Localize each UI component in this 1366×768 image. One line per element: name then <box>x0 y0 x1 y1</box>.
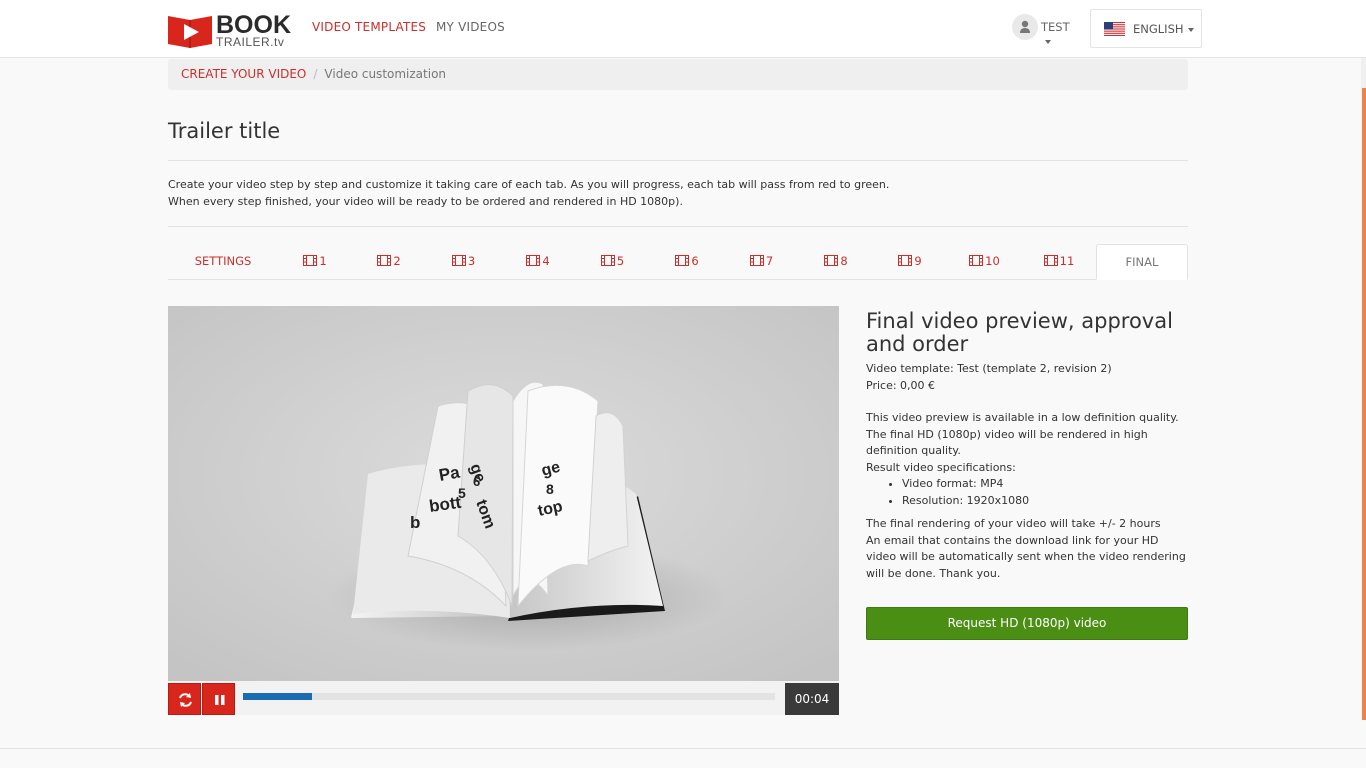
tab-scene-9[interactable]: 9 <box>873 244 947 280</box>
breadcrumb-separator: / <box>313 67 318 81</box>
tab-label: 6 <box>691 254 699 268</box>
step-tabs: SETTINGS 1 2 3 4 5 6 7 8 9 10 11 FINAL <box>168 244 1188 280</box>
tab-scene-8[interactable]: 8 <box>799 244 873 280</box>
spec-item: Video format: MP4 <box>902 476 1188 493</box>
tab-label: 10 <box>985 254 1000 268</box>
tab-scene-1[interactable]: 1 <box>278 244 352 280</box>
replay-button[interactable] <box>168 683 201 715</box>
preview-note: This video preview is available in a low… <box>866 411 1179 457</box>
film-icon <box>1043 255 1058 266</box>
request-hd-video-button[interactable]: Request HD (1080p) video <box>866 607 1188 640</box>
logo-text-trailer: TRAILER.tv <box>216 35 285 49</box>
language-label: ENGLISH <box>1133 22 1194 36</box>
tab-label: FINAL <box>1125 255 1159 269</box>
us-flag-icon <box>1104 22 1125 36</box>
tab-label: 11 <box>1059 254 1075 268</box>
breadcrumb-current: Video customization <box>324 67 447 81</box>
render-time-note: The final rendering of your video will t… <box>866 517 1161 530</box>
tab-scene-4[interactable]: 4 <box>501 244 575 280</box>
book-text: b <box>410 513 420 532</box>
time-display: 00:04 <box>785 683 839 715</box>
tab-label: 7 <box>765 254 774 268</box>
intro-text: Create your video step by step and custo… <box>168 176 928 210</box>
template-line: Video template: Test (template 2, revisi… <box>866 362 1112 375</box>
film-icon <box>898 255 913 266</box>
divider <box>168 160 1188 161</box>
breadcrumb: CREATE YOUR VIDEO / Video customization <box>168 59 1188 90</box>
book-text: 8 <box>546 481 554 497</box>
final-panel: Final video preview, approval and order … <box>866 310 1188 582</box>
tab-label: 2 <box>393 254 401 268</box>
film-icon <box>451 255 466 266</box>
intro-line-1: Create your video step by step and custo… <box>168 178 890 191</box>
tab-scene-7[interactable]: 7 <box>724 244 799 280</box>
tab-settings[interactable]: SETTINGS <box>168 244 278 280</box>
tab-label: 9 <box>914 254 922 268</box>
film-icon <box>600 255 615 266</box>
tab-scene-3[interactable]: 3 <box>426 244 501 280</box>
pause-button[interactable] <box>202 683 235 715</box>
book-text: Pa <box>437 463 461 485</box>
scrollbar-thumb[interactable] <box>1362 88 1366 720</box>
email-note: An email that contains the download link… <box>866 533 1186 580</box>
progress-fill <box>243 693 312 700</box>
top-navbar: BOOK TRAILER.tv VIDEO TEMPLATES MY VIDEO… <box>0 0 1366 58</box>
page-title: Trailer title <box>168 119 281 143</box>
tab-label: 5 <box>616 254 625 268</box>
tab-final[interactable]: FINAL <box>1096 244 1188 280</box>
nav-video-templates[interactable]: VIDEO TEMPLATES <box>312 20 426 34</box>
language-selector[interactable]: ENGLISH <box>1090 9 1202 48</box>
tab-label: SETTINGS <box>194 254 252 268</box>
film-icon <box>675 255 690 266</box>
film-icon <box>303 255 318 266</box>
final-heading: Final video preview, approval and order <box>866 309 1173 356</box>
chevron-down-icon <box>1187 27 1194 32</box>
logo-play-book-icon <box>168 16 212 48</box>
user-name-label: TEST <box>1041 20 1070 48</box>
chevron-down-icon <box>1045 39 1051 44</box>
booktrailer-logo[interactable]: BOOK TRAILER.tv <box>168 11 291 49</box>
film-icon <box>824 255 839 266</box>
footer-divider <box>0 748 1366 749</box>
progress-bar[interactable] <box>243 693 775 700</box>
breadcrumb-create-video[interactable]: CREATE YOUR VIDEO <box>181 67 306 81</box>
refresh-icon <box>179 693 192 707</box>
specs-list: Video format: MP4 Resolution: 1920x1080 <box>866 476 1188 509</box>
video-frame[interactable]: Pa 5 bott b ge 6 tom ge 8 top <box>168 306 839 681</box>
pause-icon <box>215 695 225 705</box>
user-icon <box>1012 14 1038 40</box>
tab-label: 3 <box>467 254 476 268</box>
divider <box>168 226 1188 227</box>
price-line: Price: 0,00 € <box>866 378 936 392</box>
tab-scene-10[interactable]: 10 <box>947 244 1022 280</box>
intro-line-2: When every step finished, your video wil… <box>168 195 683 208</box>
tab-label: 4 <box>542 254 550 268</box>
film-icon <box>749 255 764 266</box>
spec-item: Resolution: 1920x1080 <box>902 493 1188 510</box>
book-text: 6 <box>473 474 480 489</box>
video-player[interactable]: Pa 5 bott b ge 6 tom ge 8 top 00:04 <box>168 306 839 715</box>
tab-scene-2[interactable]: 2 <box>352 244 426 280</box>
tab-scene-5[interactable]: 5 <box>575 244 650 280</box>
tab-label: 8 <box>840 254 848 268</box>
film-icon <box>969 255 984 266</box>
specs-title: Result video specifications: <box>866 460 1016 474</box>
film-icon <box>377 255 392 266</box>
film-icon <box>526 255 541 266</box>
tab-scene-6[interactable]: 6 <box>650 244 724 280</box>
tab-label: 1 <box>319 254 327 268</box>
tab-scene-11[interactable]: 11 <box>1022 244 1096 280</box>
player-controls: 00:04 <box>168 681 839 715</box>
nav-my-videos[interactable]: MY VIDEOS <box>436 20 505 34</box>
